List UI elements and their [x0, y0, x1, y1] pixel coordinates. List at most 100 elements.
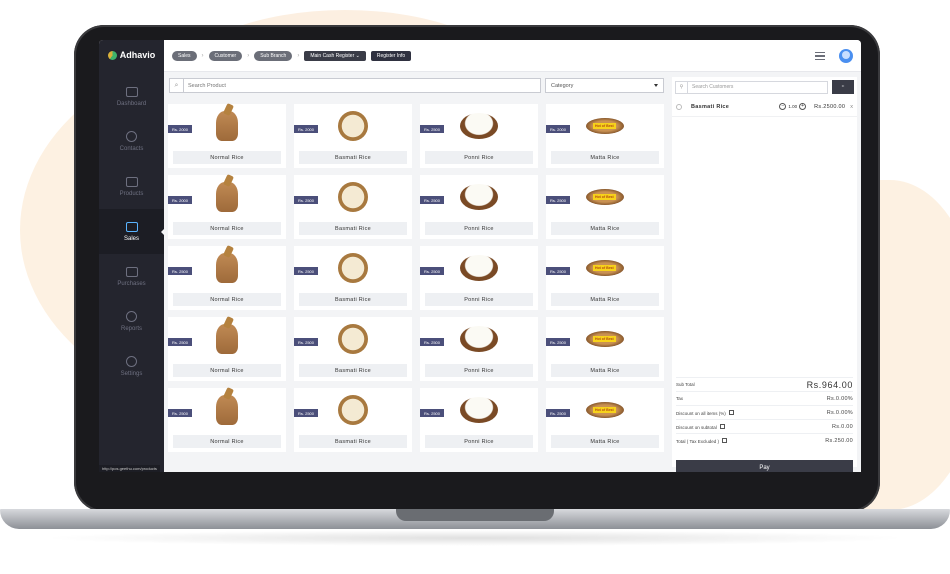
- edit-icon[interactable]: [721, 437, 727, 443]
- product-card[interactable]: Rs. 2500 Ponni Rice: [420, 175, 538, 239]
- product-card[interactable]: Hot of Best Rs. 2500 Matta Rice: [546, 388, 664, 452]
- price-tag: Rs. 2500: [420, 409, 445, 417]
- quantity-value[interactable]: 1.00: [788, 104, 797, 109]
- discount-all-label: Discount on all items (%): [676, 410, 726, 416]
- top-bar: Sales › Customer › Sub Branch › Main Cas…: [164, 40, 861, 72]
- product-name: Ponni Rice: [425, 293, 533, 306]
- product-card[interactable]: Rs. 2500 Ponni Rice: [420, 104, 538, 168]
- customer-search-placeholder: Search Customers: [692, 84, 734, 90]
- subtotal-value: Rs.964.00: [806, 379, 853, 390]
- sidebar-item-contacts[interactable]: Contacts: [99, 119, 164, 164]
- sidebar-item-settings[interactable]: Settings: [99, 344, 164, 389]
- product-badge: Hot of Best: [593, 265, 616, 271]
- product-image: [334, 319, 372, 359]
- product-name: Normal Rice: [173, 151, 281, 164]
- top-right-actions: [815, 49, 853, 63]
- edit-icon[interactable]: [728, 409, 734, 415]
- product-badge: Hot of Best: [593, 407, 616, 413]
- tax-value: Rs.0.00%: [826, 395, 853, 402]
- matta-rice-image: Hot of Best: [586, 189, 624, 205]
- sidebar-item-purchases[interactable]: Purchases: [99, 254, 164, 299]
- product-card[interactable]: Rs. 2500 Basmati Rice: [294, 388, 412, 452]
- customer-search[interactable]: ⚲ Search Customers: [675, 80, 828, 94]
- cart-item-price: Rs.2500.00: [814, 103, 846, 110]
- discount-subtotal-row: Discount on subtotal Rs.0.00: [676, 419, 853, 433]
- product-name: Normal Rice: [173, 435, 281, 448]
- remove-item-icon[interactable]: x: [850, 104, 853, 110]
- cash-register-select[interactable]: Main Cash Register ⌄: [304, 50, 366, 61]
- category-select[interactable]: Category: [545, 78, 664, 93]
- product-name: Basmati Rice: [299, 364, 407, 377]
- category-label: Category: [551, 82, 574, 89]
- sidebar-item-reports[interactable]: Reports: [99, 299, 164, 344]
- gear-icon: [126, 356, 137, 367]
- subtotal-row: Sub Total Rs.964.00: [676, 377, 853, 391]
- product-name: Ponni Rice: [425, 364, 533, 377]
- price-tag: Rs. 2500: [546, 196, 571, 204]
- item-select-icon[interactable]: [676, 103, 682, 110]
- product-card[interactable]: Hot of Best Rs. 2500 Matta Rice: [546, 246, 664, 310]
- product-card[interactable]: Rs. 2500 Normal Rice: [168, 388, 286, 452]
- product-search-input[interactable]: [184, 79, 524, 92]
- product-card[interactable]: Rs. 2500 Ponni Rice: [420, 246, 538, 310]
- product-card[interactable]: Rs. 2500 Basmati Rice: [294, 246, 412, 310]
- sidebar-item-label: Dashboard: [116, 100, 147, 107]
- product-card[interactable]: Rs. 2000 Normal Rice: [168, 104, 286, 168]
- rice-bowl-image: [338, 253, 368, 283]
- tax-row: Tax Rs.0.00%: [676, 391, 853, 405]
- product-badge: Hot of Best: [593, 336, 616, 342]
- price-tag: Rs. 2500: [546, 338, 571, 346]
- product-image: Hot of Best: [586, 177, 624, 217]
- add-customer-button[interactable]: ⁺: [832, 80, 854, 94]
- price-tag: Rs. 2500: [420, 338, 445, 346]
- product-card[interactable]: Rs. 2500 Normal Rice: [168, 246, 286, 310]
- edit-icon[interactable]: [719, 423, 725, 429]
- sidebar-item-dashboard[interactable]: Dashboard: [99, 74, 164, 119]
- product-name: Matta Rice: [551, 293, 659, 306]
- price-tag: Rs. 2000: [168, 196, 193, 204]
- product-card[interactable]: Rs. 2000 Normal Rice: [168, 175, 286, 239]
- rice-bowl-image: [460, 184, 498, 210]
- breadcrumb-customer[interactable]: Customer: [208, 50, 243, 61]
- pay-button[interactable]: Pay: [676, 460, 853, 472]
- product-card[interactable]: Rs. 2500 Normal Rice: [168, 317, 286, 381]
- plus-icon[interactable]: +: [799, 103, 807, 110]
- product-card[interactable]: Hot of Best Rs. 2500 Matta Rice: [546, 317, 664, 381]
- price-tag: Rs. 2500: [294, 338, 319, 346]
- price-tag: Rs. 2500: [294, 409, 319, 417]
- product-name: Basmati Rice: [299, 222, 407, 235]
- product-card[interactable]: Rs. 2500 Ponni Rice: [420, 388, 538, 452]
- product-card[interactable]: Rs. 2500 Basmati Rice: [294, 175, 412, 239]
- sidebar-item-sales[interactable]: Sales: [99, 209, 165, 254]
- product-grid: Rs. 2000 Normal Rice Rs. 2000 Basmati Rice R…: [168, 104, 668, 452]
- rice-bowl-image: [338, 111, 368, 141]
- product-image: Hot of Best: [586, 106, 624, 146]
- product-card[interactable]: Hot of Best Rs. 2000 Matta Rice: [546, 104, 664, 168]
- product-card[interactable]: Rs. 2000 Basmati Rice: [294, 104, 412, 168]
- rice-bowl-image: [338, 395, 368, 425]
- total-label: Total: [676, 438, 686, 444]
- sidebar-item-label: Products: [119, 190, 144, 197]
- register-info-button[interactable]: Register Info: [370, 50, 412, 61]
- rice-sack-image: [216, 395, 238, 425]
- breadcrumb-sales[interactable]: Sales: [172, 50, 197, 61]
- brand-logo[interactable]: Adhavio: [99, 40, 164, 70]
- product-badge: Hot of Best: [593, 123, 616, 129]
- rice-bowl-image: [460, 326, 498, 352]
- breadcrumb-sub-branch[interactable]: Sub Branch: [254, 50, 293, 61]
- product-name: Basmati Rice: [299, 435, 407, 448]
- product-card[interactable]: Rs. 2500 Basmati Rice: [294, 317, 412, 381]
- minus-icon[interactable]: −: [779, 103, 787, 110]
- product-image: [460, 248, 498, 288]
- user-avatar-icon[interactable]: [839, 49, 853, 63]
- rice-sack-image: [216, 253, 238, 283]
- sidebar-item-label: Contacts: [119, 146, 144, 152]
- product-card[interactable]: Hot of Best Rs. 2500 Matta Rice: [546, 175, 664, 239]
- product-card[interactable]: Rs. 2500 Ponni Rice: [420, 317, 538, 381]
- price-tag: Rs. 2500: [546, 409, 571, 417]
- chevron-down-icon: ⌄: [355, 52, 360, 59]
- list-icon[interactable]: [815, 52, 825, 60]
- sidebar-item-products[interactable]: Products: [99, 164, 164, 209]
- price-tag: Rs. 2500: [294, 267, 319, 275]
- product-image: [460, 390, 498, 430]
